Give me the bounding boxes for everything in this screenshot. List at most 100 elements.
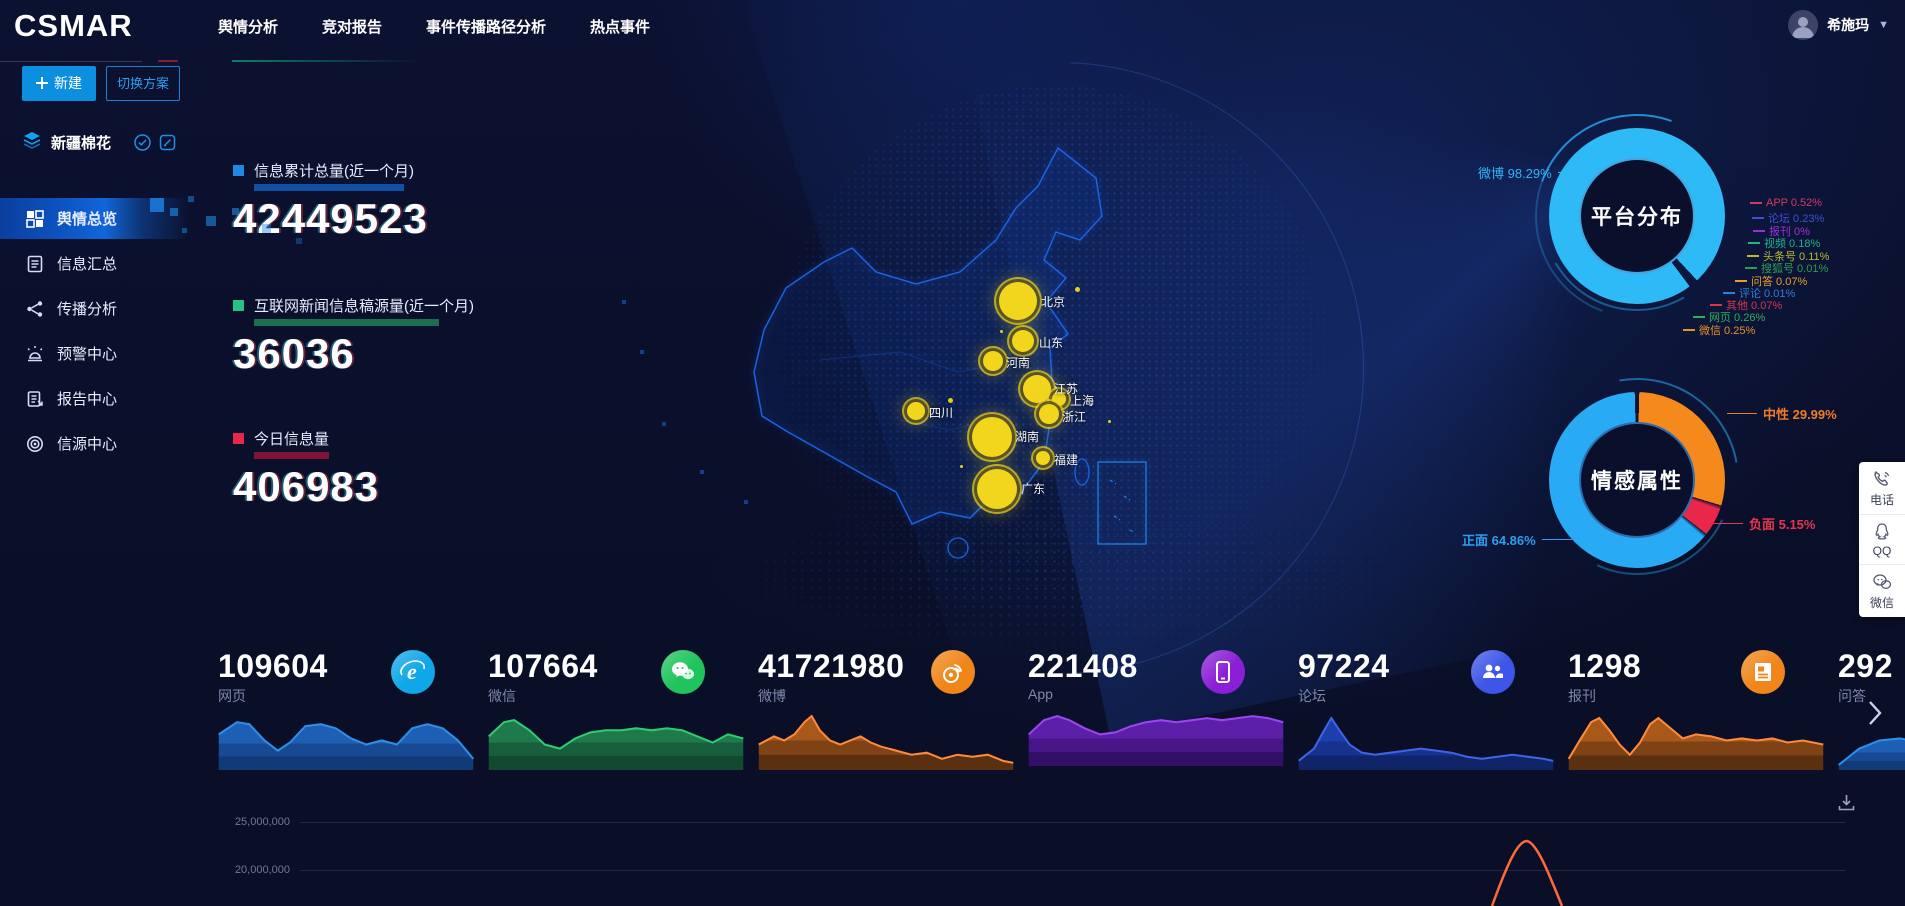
sentiment-label-neutral: 中性 29.99% [1727,404,1837,423]
card-label: 微博 [758,686,1008,706]
plan-name[interactable]: 新疆棉花 [51,132,111,153]
plan-row: 新疆棉花 [22,130,176,154]
platform-cards: 109604网页e 107664微信 41721980微博 221408App [218,648,1905,770]
phone-handset-icon [1872,469,1892,489]
phone-icon [1201,650,1245,694]
card-sparkline [218,714,474,770]
contact-label: 微信 [1870,594,1894,611]
sidebar-item-label: 信源中心 [57,433,117,454]
platform-card-报刊: 1298报刊 [1568,648,1818,770]
sidebar-item-报告中心[interactable]: 报告中心 [0,376,190,421]
new-button[interactable]: 新建 [22,66,96,101]
chevron-right-icon[interactable] [1868,700,1882,731]
nav-item-舆情分析[interactable]: 舆情分析 [218,16,278,37]
grid-icon [26,210,44,228]
forum-icon [1471,650,1515,694]
map-bubble-湖南[interactable] [972,417,1012,457]
avatar [1788,10,1818,40]
map-bubble-浙江[interactable] [1039,404,1059,424]
download-icon[interactable] [1838,794,1855,816]
contact-label: 电话 [1870,491,1894,508]
platform-main-label: 微博 98.29% [1478,163,1592,182]
map-bubble-四川[interactable] [907,402,925,420]
switch-plan-button[interactable]: 切换方案 [106,66,180,101]
card-sparkline [1298,714,1554,770]
contact-QQ[interactable]: QQ [1859,515,1905,565]
bg-speck [662,422,666,426]
map-dot [1000,330,1003,333]
card-label: 网页 [218,686,468,706]
card-label: 报刊 [1568,686,1818,706]
sidebar-item-舆情总览[interactable]: 舆情总览 [0,196,190,241]
nav-item-热点事件[interactable]: 热点事件 [590,16,650,37]
nav-tick [158,60,178,62]
map-bubble-广东[interactable] [977,469,1017,509]
ie-icon: e [391,650,435,694]
map-label-福建: 福建 [1054,451,1078,468]
map-dot [1108,420,1111,423]
map-label-浙江: 浙江 [1062,408,1086,425]
nav-item-事件传播路径分析[interactable]: 事件传播路径分析 [426,16,546,37]
map-bubble-北京[interactable] [999,282,1037,320]
card-sparkline [1568,714,1824,770]
contact-微信[interactable]: 微信 [1859,565,1905,617]
plus-icon [36,77,48,89]
check-circle-icon[interactable] [134,134,151,151]
sidebar-item-label: 预警中心 [57,343,117,364]
map-bubble-江苏[interactable] [1023,375,1051,403]
contact-电话[interactable]: 电话 [1859,462,1905,515]
south-china-sea-inset [1098,462,1146,544]
sidebar-item-label: 传播分析 [57,298,117,319]
sentiment-label-negative: 负面 5.15% [1713,514,1815,533]
stat-today-value: 406983 [233,463,379,511]
sidebar-menu: 舆情总览信息汇总传播分析预警中心报告中心信源中心 [0,196,190,466]
trend-ytick-20m: 20,000,000 [205,864,290,876]
user-menu[interactable]: 希施玛 ▼ [1788,10,1889,40]
document-icon [26,255,44,273]
card-sparkline [1028,710,1284,766]
trend-ytick-25m: 25,000,000 [205,816,290,828]
platform-donut-title: 平台分布 [1579,158,1695,274]
chevron-down-icon: ▼ [1878,19,1889,31]
top-header: CSMAR 舆情分析 竞对报告 事件传播路径分析 热点事件 希施玛 ▼ [0,0,1905,52]
sidebar-item-传播分析[interactable]: 传播分析 [0,286,190,331]
platform-legend-item-微信: 微信 0.25% [1683,322,1755,338]
edit-icon[interactable] [159,134,176,151]
newspaper-icon [1741,650,1785,694]
card-sparkline [758,714,1014,770]
sidebar-item-label: 信息汇总 [57,253,117,274]
sentiment-donut-chart: 情感属性 [1549,392,1725,568]
map-dot [948,398,953,403]
map-label-北京: 北京 [1041,293,1065,310]
sidebar-item-信息汇总[interactable]: 信息汇总 [0,241,190,286]
gridline [300,822,1845,823]
layers-icon [22,130,42,154]
sidebar-item-label: 舆情总览 [57,208,117,229]
map-label-上海: 上海 [1070,392,1094,409]
main-nav: 舆情分析 竞对报告 事件传播路径分析 热点事件 [218,16,650,37]
csmar-logo[interactable]: CSMAR [0,8,172,44]
weibo-icon [931,650,975,694]
platform-card-App: 221408App [1028,648,1278,770]
contact-label: QQ [1873,544,1892,558]
stat-news: 互联网新闻信息稿源量(近一个月) 36036 [233,295,474,378]
nav-item-竞对报告[interactable]: 竞对报告 [322,16,382,37]
nav-underline [232,60,422,62]
map-label-广东: 广东 [1021,480,1045,497]
platform-card-微信: 107664微信 [488,648,738,770]
map-label-四川: 四川 [929,404,953,421]
platform-donut-chart: 平台分布 [1549,128,1725,304]
alarm-icon [26,345,44,363]
map-bubble-山东[interactable] [1012,330,1034,352]
gridline [300,870,1845,871]
stat-total-value: 42449523 [233,195,428,243]
divider [0,61,142,62]
user-name: 希施玛 [1827,15,1869,35]
china-map: 北京山东河南江苏上海浙江四川湖南福建广东 [700,120,1220,600]
card-label: App [1028,686,1278,702]
map-dot [1075,287,1080,292]
sidebar-item-信源中心[interactable]: 信源中心 [0,421,190,466]
sidebar-item-预警中心[interactable]: 预警中心 [0,331,190,376]
map-bubble-河南[interactable] [983,351,1003,371]
map-bubble-福建[interactable] [1036,451,1050,465]
